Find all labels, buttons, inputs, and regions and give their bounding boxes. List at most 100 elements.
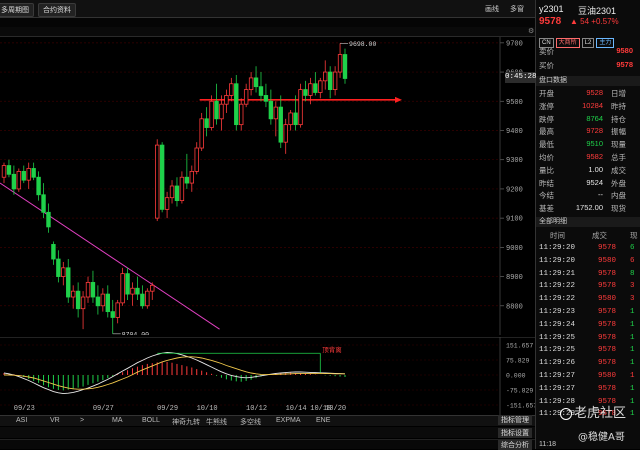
- tick-row: 11:29:25 9578 1: [536, 334, 640, 347]
- candle-body: [298, 89, 303, 126]
- tick-volume: 8: [630, 269, 635, 278]
- y-tick-label: 9300: [506, 157, 523, 165]
- candle-body: [263, 95, 269, 102]
- tick-row: 11:29:21 9578 8: [536, 270, 640, 283]
- tick-time: 11:29:20: [539, 244, 576, 252]
- candle-body: [332, 71, 338, 90]
- quote-row: 今结 -- 内盘: [539, 190, 639, 202]
- quote-row: 最高 9728 振幅: [539, 126, 639, 138]
- quote-label: 基差: [539, 204, 554, 214]
- indicator-tab[interactable]: EXPMA: [276, 417, 301, 424]
- dea-line: [4, 356, 345, 390]
- candle-body: [234, 83, 239, 126]
- candle-body: [130, 287, 135, 295]
- quote-value: 1.00: [588, 164, 603, 174]
- quote-value: 10284: [582, 100, 603, 110]
- tick-row: 11:29:26 9578 1: [536, 359, 640, 372]
- tick-row: 11:29:27 9580 1: [536, 372, 640, 385]
- y-tick-label: 9100: [506, 216, 523, 224]
- candle-body: [21, 170, 26, 181]
- indicator-tab[interactable]: 神奇九转: [172, 417, 200, 427]
- candle-body: [135, 287, 140, 295]
- quote-row: 跌停 8764 持仓: [539, 114, 639, 126]
- indicator-tab[interactable]: ENE: [316, 417, 330, 424]
- macd-tick-label: -75.829: [506, 388, 533, 395]
- candle-body: [243, 89, 249, 105]
- candle-body: [80, 296, 86, 310]
- x-tick-label: 10/12: [246, 405, 268, 413]
- tick-time: 11:29:27: [539, 372, 576, 380]
- market-data-header[interactable]: 盘口数据: [536, 76, 640, 86]
- quote-suffix-label: 成交: [611, 165, 626, 175]
- candle-body: [229, 83, 234, 96]
- candle-body: [253, 77, 259, 88]
- price-change: ▲ 54 +0.57%: [570, 17, 619, 26]
- quote-suffix-label: 现货: [611, 204, 626, 214]
- candle-body: [61, 267, 66, 277]
- candle-body: [145, 290, 150, 307]
- tab-multi-period[interactable]: 多周期图: [0, 3, 34, 17]
- draw-line-button[interactable]: 画线: [485, 4, 499, 14]
- tiger-logo-icon: [560, 407, 572, 420]
- y-tick-label: 9200: [506, 186, 523, 194]
- tick-price: 9578: [598, 244, 617, 252]
- quote-value: 9728: [586, 126, 603, 136]
- tick-price: 9580: [598, 256, 617, 265]
- indicator-tab[interactable]: BOLL: [142, 417, 160, 424]
- indicator-tab[interactable]: VR: [50, 417, 60, 424]
- tick-row: 11:29:22 9580 3: [536, 295, 640, 308]
- y-tick-label: 9000: [506, 245, 523, 253]
- ask-row: 卖价 9580: [539, 46, 633, 56]
- tick-detail-header[interactable]: 全部明细: [536, 217, 640, 227]
- indicator-tab[interactable]: >: [80, 417, 84, 424]
- tick-row: 11:29:24 9578 1: [536, 321, 640, 334]
- tick-volume: 1: [630, 346, 635, 355]
- quote-value: 1752.00: [575, 203, 603, 213]
- multi-window-button[interactable]: 多窗: [510, 4, 524, 14]
- tick-volume: 1: [630, 384, 635, 393]
- candle-body: [125, 273, 130, 295]
- quote-suffix-label: 现量: [611, 140, 626, 150]
- gear-icon[interactable]: ⚙: [528, 27, 534, 35]
- candle-body: [26, 168, 31, 181]
- tick-volume: 1: [630, 410, 635, 419]
- candlestick-chart[interactable]: 9700960095009400930092009100900089008800…: [0, 37, 535, 335]
- tick-time: 11:29:27: [539, 384, 576, 393]
- indicator-tab[interactable]: 牛熊线: [206, 417, 227, 427]
- y-tick-label: 9700: [506, 40, 523, 48]
- tick-time: 11:29:24: [539, 320, 576, 329]
- candle-body: [199, 118, 204, 149]
- x-tick-label: 09/27: [92, 405, 114, 413]
- tab-contract-info[interactable]: 合约资料: [38, 3, 76, 17]
- candle-body: [194, 147, 199, 172]
- tick-row: 11:29:20 9580 6: [536, 257, 640, 270]
- candle-body: [288, 112, 293, 126]
- tick-time: 11:29:25: [539, 333, 576, 342]
- tick-price: 9580: [598, 295, 617, 304]
- macd-tick-label: 151.657: [506, 343, 533, 350]
- tick-price: 9578: [598, 346, 617, 355]
- candle-body: [293, 112, 298, 126]
- indicator-tab[interactable]: 多空线: [240, 417, 261, 427]
- quote-row: 昨结 9524 外盘: [539, 178, 639, 190]
- up-arrow-icon: ▲: [570, 17, 578, 26]
- quote-suffix-label: 昨持: [611, 101, 626, 111]
- indicator-tabs: ASI VR > MA BOLL 神奇九转 牛熊线 多空线 EXPMA ENE: [0, 415, 535, 426]
- y-tick-label: 9400: [506, 128, 523, 136]
- quote-label: 涨停: [539, 101, 554, 111]
- indicator-tab[interactable]: ASI: [16, 417, 27, 424]
- last-time: 11:18: [539, 441, 556, 448]
- candle-body: [189, 170, 194, 184]
- tick-row: 11:29:22 9578 3: [536, 282, 640, 295]
- quote-suffix-label: 日增: [611, 89, 626, 98]
- indicator-tab[interactable]: MA: [112, 417, 123, 424]
- quote-label: 均价: [539, 153, 554, 162]
- indicator-manage-button[interactable]: 指标管理: [498, 415, 532, 425]
- tick-volume: 1: [630, 320, 635, 329]
- tick-price: 9578: [598, 359, 617, 368]
- tick-price: 9580: [598, 372, 617, 380]
- quote-panel: y2301 豆油2301 9578 ▲ 54 +0.57% CN 大商所 L2 主力 …: [535, 0, 640, 449]
- quote-row: 均价 9582 总手: [539, 152, 639, 164]
- tick-time: 11:29:21: [539, 269, 576, 278]
- indicator-settings-button[interactable]: 指标设置: [498, 428, 532, 438]
